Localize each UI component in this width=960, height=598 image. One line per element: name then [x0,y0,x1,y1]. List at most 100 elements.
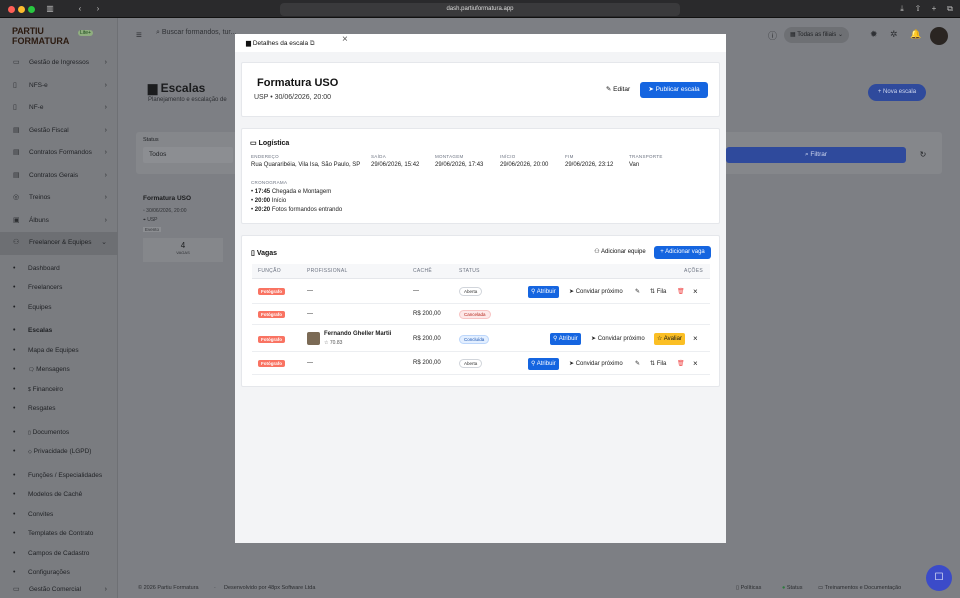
footer-policies[interactable]: ▯ Políticas [736,578,761,598]
status-filter-select[interactable]: Todos [143,147,233,163]
sidebar-subitem-templates-contrato[interactable]: • Templates de Contrato [0,524,118,544]
footer-policies-label: Políticas [740,585,762,591]
modal-title-text: Detalhes da escala [252,40,309,47]
close-icon[interactable]: × [693,359,698,368]
branch-filter-select[interactable]: ▦ Todas as filiais ⌄ [784,27,849,43]
tabs-overview-icon[interactable]: ⧉ [944,3,956,15]
trash-icon[interactable]: 🗑 [677,360,685,367]
sidebar-subitem-convites[interactable]: • Convites [0,505,118,525]
add-team-button[interactable]: ⚇ Adicionar equipe [590,246,650,259]
settings-icon[interactable]: ✲ [890,29,898,40]
sidebar-subitem-dashboard[interactable]: • Dashboard [0,259,118,279]
bullet-icon: • [13,471,16,479]
column-header-actions: AÇÕES [684,268,704,274]
back-icon[interactable]: ‹ [74,3,86,15]
sidebar-item-gestao-ingressos[interactable]: ▭ Gestão de Ingressos › [0,52,118,75]
schedule-item: • 20:00 Início [251,198,287,204]
sidebar-item-freelancer-equipes[interactable]: ⚇ Freelancer & Equipes ⌄ [0,232,118,255]
sidebar-subitem-equipes[interactable]: • Equipes [0,298,118,318]
sidebar-subitem-financeiro[interactable]: • $ Financeiro [0,380,118,400]
address-bar[interactable]: dash.partiuformatura.app [280,3,680,16]
sidebar-subitem-escalas[interactable]: • Escalas [0,321,118,341]
fee-cell: R$ 200,00 [413,336,441,342]
footer-training[interactable]: ▭ Treinamentos e Documentação [818,578,901,598]
logo-text-line1: PARTIU [12,26,44,36]
close-icon[interactable]: × [693,287,698,296]
assign-button[interactable]: ⚲ Atribuir [528,286,559,298]
sidebar-item-gestao-fiscal[interactable]: ▤ Gestão Fiscal › [0,120,118,143]
sidebar-item-contratos-formandos[interactable]: ▤ Contratos Formandos › [0,142,118,165]
sidebar-item-nfse[interactable]: ▯ NFS-e › [0,75,118,98]
brand-logo[interactable]: PARTIU FORMATURA Lite+ [12,26,102,48]
bell-icon[interactable]: 🔔 [910,29,921,40]
footer-status[interactable]: ● Status [782,578,802,598]
search-icon: ⌕ [804,151,809,158]
pencil-icon[interactable]: ✎ [635,360,640,367]
sidebar-subitem-mensagens[interactable]: • 🗨 Mensagens [0,360,118,380]
contract-icon: ▤ [13,149,20,156]
sidebar-subitem-label: Funções / Especialidades [28,471,103,479]
assign-button[interactable]: ⚲ Atribuir [528,358,559,370]
filter-button[interactable]: ⌕ Filtrar [726,147,906,163]
share-icon[interactable]: ⇧ [912,3,924,15]
event-card-location-text: USP [147,217,158,223]
new-schedule-button[interactable]: + Nova escala [868,84,926,101]
sidebar-subitem-freelancers[interactable]: • Freelancers [0,278,118,298]
event-card[interactable]: Formatura USO ▫ 30/06/2026, 20:00 ⌖ USP … [136,190,246,290]
forward-icon[interactable]: › [92,3,104,15]
sidebar-item-nfe[interactable]: ▯ NF-e › [0,97,118,120]
new-tab-icon[interactable]: + [928,3,940,15]
sidebar-subitem-resgates[interactable]: • Resgates [0,399,118,419]
sidebar-subitem-mapa-equipes[interactable]: • Mapa de Equipes [0,341,118,361]
event-card-date-text: 30/06/2026, 20:00 [146,208,187,214]
sidebar-subitem-funcoes[interactable]: • Funções / Especialidades [0,466,118,486]
external-link-icon[interactable]: ⧉ [310,40,315,47]
zoom-window-button[interactable] [28,6,35,13]
close-window-button[interactable] [8,6,15,13]
sidebar-subitem-label: Configurações [28,569,70,576]
menu-icon[interactable]: ≡ [136,30,142,41]
minimize-window-button[interactable] [18,6,25,13]
invite-next-button[interactable]: ➤ Convidar próximo [591,335,645,342]
sun-icon[interactable]: ✹ [870,29,878,40]
sidebar-subitem-modelos-cache[interactable]: • Modelos de Cachê [0,485,118,505]
status-filter-label: Status [143,137,159,143]
sidebar-nav: ▭ Gestão de Ingressos › ▯ NFS-e › ▯ NF-e › ▤ Ge… [0,52,118,583]
chevron-right-icon: › [104,171,107,179]
sidebar-item-contratos-gerais[interactable]: ▤ Contratos Gerais › [0,165,118,188]
chat-fab-button[interactable]: ☐ [926,565,952,591]
assign-button[interactable]: ⚲ Atribuir [550,333,581,345]
trash-icon[interactable]: 🗑 [677,288,685,295]
add-slot-button[interactable]: + Adicionar vaga [654,246,711,259]
sidebar-item-gestao-comercial[interactable]: ▭ Gestão Comercial › [0,581,118,598]
queue-button[interactable]: ⇅ Fila [650,288,666,295]
close-icon[interactable]: × [693,334,698,343]
refresh-icon[interactable]: ↻ [914,147,932,163]
download-icon[interactable]: ⤓ [896,3,908,15]
sidebar-item-albuns[interactable]: ▣ Álbuns › [0,210,118,233]
avatar[interactable] [930,27,948,45]
queue-button[interactable]: ⇅ Fila [650,360,666,367]
pencil-icon[interactable]: ✎ [635,288,640,295]
slots-title: ▯ Vagas [251,249,277,257]
sidebar-subitem-campos-cadastro[interactable]: • Campos de Cadastro [0,544,118,564]
footer-developer[interactable]: Desenvolvido por 48px Software Ltda [224,578,315,598]
help-icon[interactable]: ⓘ [768,29,777,42]
sidebar-subitem-label: Campos de Cadastro [28,549,90,557]
search-field[interactable]: ⌕ Buscar formandos, tur... [156,29,236,37]
sidebar-toggle-icon[interactable]: ▥ [44,3,56,15]
departure-label: SAÍDA [371,154,387,159]
schedule-label: CRONOGRAMA [251,180,288,185]
edit-button[interactable]: ✎ Editar [599,82,637,98]
sidebar-subitem-documentos[interactable]: • ▯ Documentos [0,423,118,443]
filter-button-label: Filtrar [810,151,828,158]
invite-next-button[interactable]: ➤ Convidar próximo [569,360,623,367]
publish-button[interactable]: ➤ Publicar escala [640,82,708,98]
professional-name[interactable]: Fernando Gheller Martii [324,331,391,337]
invite-next-button[interactable]: ➤ Convidar próximo [569,288,623,295]
sidebar-item-treinos[interactable]: ◎ Treinos › [0,187,118,210]
sidebar-subitem-configuracoes[interactable]: • Configurações [0,563,118,583]
rate-button[interactable]: ☆ Avaliar [654,333,685,345]
close-icon[interactable]: × [342,34,348,45]
sidebar-subitem-privacidade[interactable]: • ◇ Privacidade (LGPD) [0,442,118,462]
